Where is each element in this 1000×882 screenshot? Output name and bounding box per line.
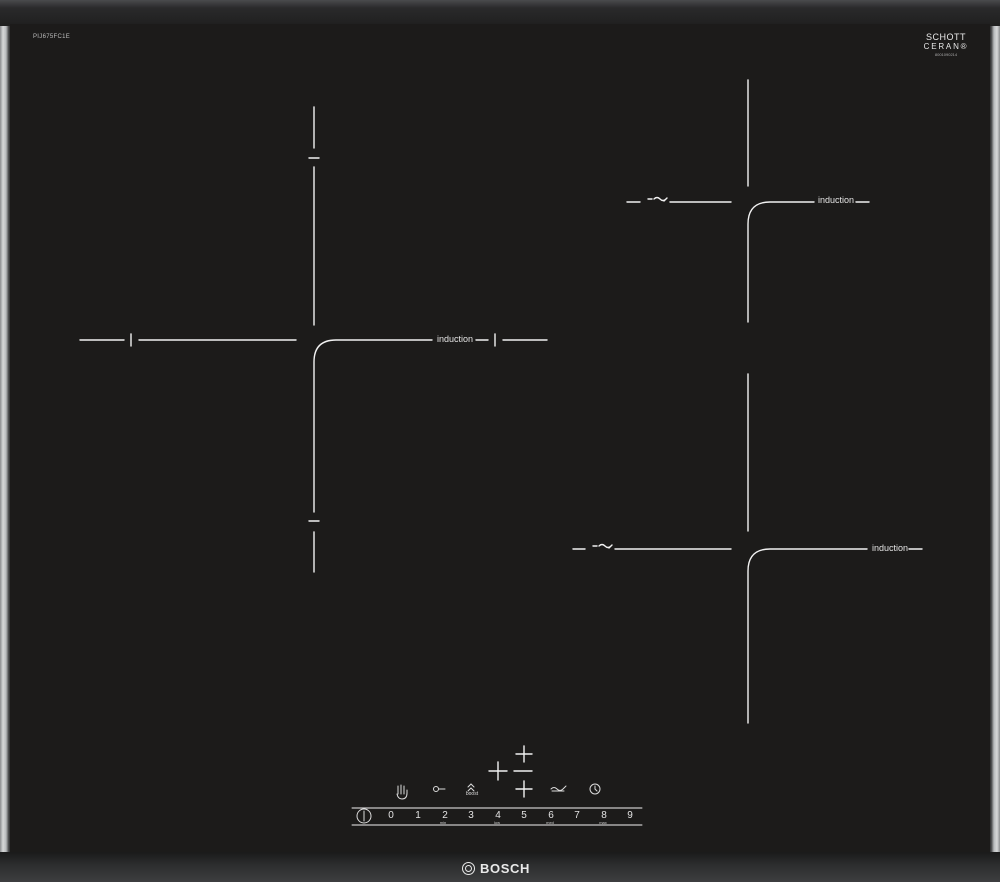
- marker-med: med: [546, 820, 554, 825]
- pan-sensor-icon[interactable]: [550, 785, 567, 792]
- bosch-armature-icon: [462, 861, 475, 875]
- left-zone-label: induction: [437, 334, 474, 344]
- brand-name: BOSCH: [480, 860, 530, 876]
- marker-max: max: [599, 820, 607, 825]
- key-icon[interactable]: [433, 786, 439, 792]
- hand-icon[interactable]: [396, 784, 408, 800]
- zone-selector-crosses: [488, 745, 533, 798]
- level-5[interactable]: 5: [514, 810, 534, 821]
- bosch-logo: BOSCH: [462, 858, 530, 878]
- double-chevron-up-icon[interactable]: [467, 783, 475, 792]
- level-1[interactable]: 1: [408, 810, 428, 821]
- boost-button-label[interactable]: boost: [461, 791, 483, 797]
- marker-low: low: [493, 820, 500, 825]
- marker-min: min: [439, 820, 447, 825]
- right-bottom-zone-marking: [572, 373, 923, 724]
- right-top-zone-label: induction: [818, 195, 855, 205]
- zone-markings: [79, 79, 923, 826]
- level-0[interactable]: 0: [381, 810, 401, 821]
- level-7[interactable]: 7: [567, 810, 587, 821]
- level-3[interactable]: 3: [461, 810, 481, 821]
- clock-hands: [594, 785, 598, 792]
- right-bottom-zone-label: induction: [872, 543, 909, 553]
- left-zone-marking: [79, 106, 548, 573]
- level-9[interactable]: 9: [620, 810, 640, 821]
